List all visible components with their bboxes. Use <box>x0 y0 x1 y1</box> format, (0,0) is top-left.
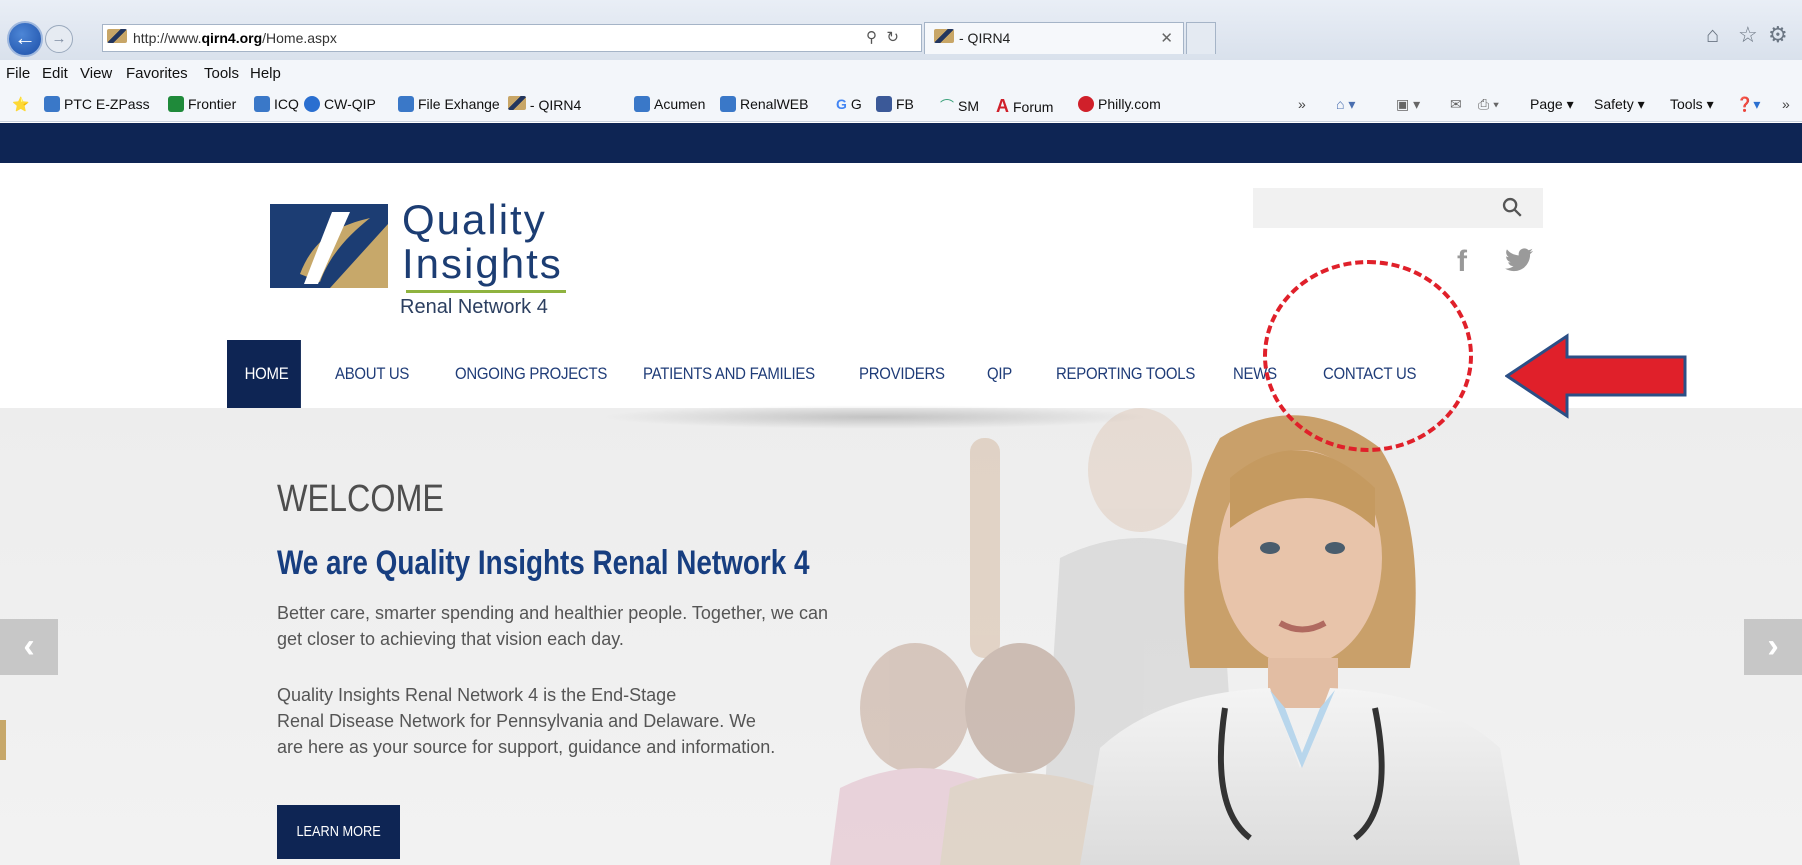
logo-mark-icon <box>270 204 388 288</box>
nav-about-us[interactable]: ABOUT US <box>335 340 409 408</box>
tab-title: - QIRN4 <box>959 30 1011 46</box>
gold-edge-accent <box>0 720 6 760</box>
refresh-icon[interactable]: ↻ <box>886 28 899 46</box>
forum-icon: A <box>996 96 1009 116</box>
nav-home[interactable]: HOME <box>227 340 301 408</box>
page-menu[interactable]: Page ▾ <box>1530 96 1574 113</box>
philly-icon <box>1078 96 1094 112</box>
fav-item[interactable]: RenalWEB <box>720 96 808 112</box>
nav-shadow <box>600 405 1150 429</box>
nav-reporting-tools[interactable]: REPORTING TOOLS <box>1056 340 1195 408</box>
mail-icon[interactable]: ✉ <box>1450 96 1462 113</box>
facebook-icon[interactable]: f <box>1457 245 1467 279</box>
ie-page-icon <box>634 96 650 112</box>
address-url[interactable]: http://www.qirn4.org/Home.aspx <box>133 30 337 46</box>
hero-paragraph-2: Quality Insights Renal Network 4 is the … <box>277 685 776 757</box>
frontier-icon <box>168 96 184 112</box>
fav-item[interactable]: A Forum <box>996 96 1053 117</box>
chevron-right-icon[interactable]: » <box>1782 96 1790 112</box>
star-icon[interactable]: ☆ <box>1738 22 1758 48</box>
logo-tagline: Renal Network 4 <box>400 296 548 318</box>
google-icon: G <box>836 96 847 112</box>
nav-providers[interactable]: PROVIDERS <box>859 340 945 408</box>
site-favicon-icon <box>107 29 127 43</box>
site-top-band <box>0 123 1802 163</box>
nav-ongoing-projects[interactable]: ONGOING PROJECTS <box>455 340 607 408</box>
menu-edit[interactable]: Edit <box>42 65 68 82</box>
hero-photo <box>830 408 1520 865</box>
fav-item[interactable]: GG <box>836 96 862 112</box>
logo-text-quality: Quality <box>402 196 547 243</box>
site-logo[interactable]: Quality Insights Renal Network 4 <box>270 196 570 320</box>
ie-page-icon <box>254 96 270 112</box>
globe-icon <box>304 96 320 112</box>
feeds-icon[interactable]: ▣ ▾ <box>1396 96 1420 113</box>
home-command-icon[interactable]: ⌂ ▾ <box>1336 96 1355 113</box>
fav-item[interactable]: CW-QIP <box>304 96 376 112</box>
menu-favorites[interactable]: Favorites <box>126 65 188 82</box>
ie-page-icon <box>720 96 736 112</box>
menu-bar: File Edit View Favorites Tools Help <box>0 60 1802 88</box>
ie-page-icon <box>44 96 60 112</box>
twitter-icon[interactable] <box>1505 248 1533 279</box>
hero-carousel <box>0 408 1802 865</box>
fav-item[interactable]: PTC E-ZPass <box>44 96 150 112</box>
fav-item[interactable]: Acumen <box>634 96 705 112</box>
hero-heading: WELCOME <box>277 478 444 520</box>
fav-item[interactable]: - QIRN4 <box>508 96 581 113</box>
hero-paragraph-1: Better care, smarter spending and health… <box>277 603 829 649</box>
tab-favicon-icon <box>934 29 954 43</box>
tools-menu[interactable]: Tools ▾ <box>1670 96 1714 113</box>
address-search-icon[interactable]: ⚲ <box>866 28 877 46</box>
facebook-fav-icon <box>876 96 892 112</box>
browser-tab[interactable]: - QIRN4 ✕ <box>924 22 1184 54</box>
learn-more-button[interactable]: LEARN MORE <box>277 805 400 859</box>
carousel-prev-button[interactable]: ‹ <box>0 619 58 675</box>
back-arrow-icon[interactable]: ← <box>7 21 43 57</box>
new-tab-button[interactable] <box>1186 22 1216 54</box>
hero-subheading: We are Quality Insights Renal Network 4 <box>277 544 810 582</box>
menu-tools[interactable]: Tools <box>204 65 239 82</box>
fav-item[interactable]: ICQ <box>254 96 299 112</box>
menu-file[interactable]: File <box>6 65 30 82</box>
forward-arrow-icon[interactable]: → <box>45 25 73 53</box>
annotation-arrow-left-icon <box>1505 333 1687 419</box>
favorites-star-icon[interactable]: ⭐ <box>12 96 29 113</box>
home-icon[interactable]: ⌂ <box>1706 22 1719 48</box>
ie-page-icon <box>398 96 414 112</box>
browser-titlebar: ← → http://www.qirn4.org/Home.aspx ⚲ ↻ -… <box>0 0 1802 60</box>
fav-item[interactable]: Philly.com <box>1078 96 1161 112</box>
fav-item[interactable]: FB <box>876 96 914 112</box>
carousel-next-button[interactable]: › <box>1744 619 1802 675</box>
menu-help[interactable]: Help <box>250 65 281 82</box>
nav-qip[interactable]: QIP <box>987 340 1012 408</box>
favorites-bar: ⭐ PTC E-ZPass Frontier ICQ CW-QIP File E… <box>0 88 1802 122</box>
logo-underline <box>406 290 566 293</box>
close-icon[interactable]: ✕ <box>1160 29 1173 47</box>
chevron-right-icon[interactable]: » <box>1298 96 1306 112</box>
logo-text-insights: Insights <box>402 240 563 287</box>
address-bar[interactable]: http://www.qirn4.org/Home.aspx ⚲ ↻ <box>102 24 922 52</box>
annotation-dashed-circle <box>1263 260 1473 452</box>
gear-icon[interactable]: ⚙ <box>1768 22 1788 48</box>
fav-item[interactable]: File Exhange <box>398 96 500 112</box>
safety-menu[interactable]: Safety ▾ <box>1594 96 1645 113</box>
fav-item[interactable]: Frontier <box>168 96 236 112</box>
fav-item[interactable]: ⌒ SM <box>940 96 979 116</box>
menu-view[interactable]: View <box>80 65 112 82</box>
nav-patients-and-families[interactable]: PATIENTS AND FAMILIES <box>643 340 815 408</box>
sm-icon: ⌒ <box>940 98 954 114</box>
site-favicon-icon <box>508 96 526 110</box>
help-icon[interactable]: ❓▾ <box>1736 96 1760 113</box>
print-icon[interactable]: ⎙ ▾ <box>1478 96 1499 113</box>
